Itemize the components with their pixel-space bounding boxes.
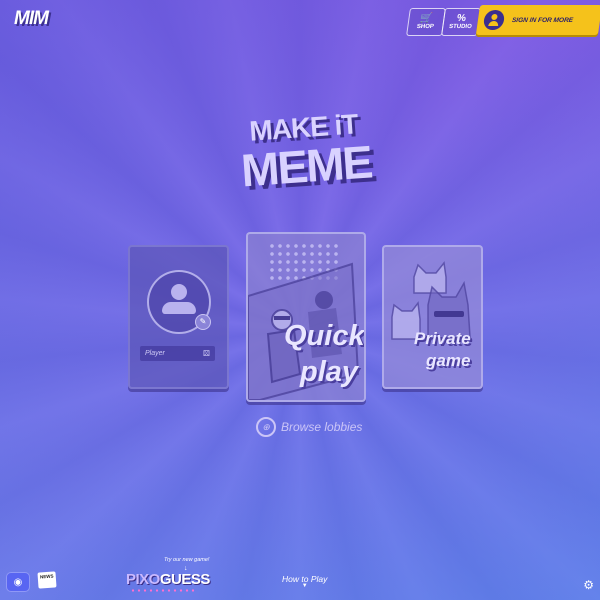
studio-label: STUDIO <box>448 24 473 30</box>
discord-icon[interactable]: ◉ <box>6 572 30 592</box>
browse-lobbies-link[interactable]: ⊕ Browse lobbies <box>256 417 362 437</box>
percent-icon: % <box>456 13 467 24</box>
studio-button[interactable]: % STUDIO <box>441 8 481 36</box>
promo-name-part2: GUESS <box>159 571 211 588</box>
user-icon-body <box>162 302 196 314</box>
title-line-2: MEME <box>239 135 373 197</box>
try-new-game-note: Try our new game! <box>164 557 210 563</box>
private-game-button[interactable]: Private game <box>382 245 483 389</box>
private-game-line-1: Private <box>414 329 471 348</box>
promo-name-part1: PIXO <box>126 571 160 588</box>
player-name-input[interactable]: Player ⚄ <box>140 346 215 361</box>
pencil-icon[interactable]: ✎ <box>195 314 211 330</box>
avatar-editor[interactable]: ✎ <box>147 270 211 334</box>
private-game-line-2: game <box>426 351 471 370</box>
how-to-play-button[interactable]: How to Play ▼ <box>282 574 327 589</box>
sign-in-label: SIGN IN FOR MORE <box>511 16 574 24</box>
quick-play-line-2: play <box>300 356 359 388</box>
site-logo[interactable]: MIM <box>14 8 49 30</box>
quick-play-line-1: Quick <box>284 320 365 352</box>
news-label: NEWS <box>39 573 54 580</box>
dice-icon[interactable]: ⚄ <box>203 349 210 358</box>
game-title: MAKE iT MEME <box>228 107 383 197</box>
promo-dots <box>130 589 196 592</box>
shop-label: SHOP <box>416 24 435 30</box>
player-name-placeholder: Player <box>145 350 165 357</box>
gear-icon[interactable]: ⚙ <box>583 578 594 592</box>
browse-lobbies-label: Browse lobbies <box>281 420 363 434</box>
cart-icon: 🛒 <box>419 13 434 24</box>
pixoguess-promo[interactable]: PIXOGUESS <box>126 571 210 588</box>
news-button[interactable]: NEWS <box>37 571 57 589</box>
quick-play-button[interactable]: Quick play <box>246 232 366 402</box>
user-icon <box>171 284 187 300</box>
globe-icon: ⊕ <box>256 417 276 437</box>
user-avatar-icon <box>482 10 506 30</box>
player-card: ✎ Player ⚄ <box>128 245 229 389</box>
sign-in-button[interactable]: SIGN IN FOR MORE <box>475 5 600 35</box>
shop-button[interactable]: 🛒 SHOP <box>406 8 446 36</box>
